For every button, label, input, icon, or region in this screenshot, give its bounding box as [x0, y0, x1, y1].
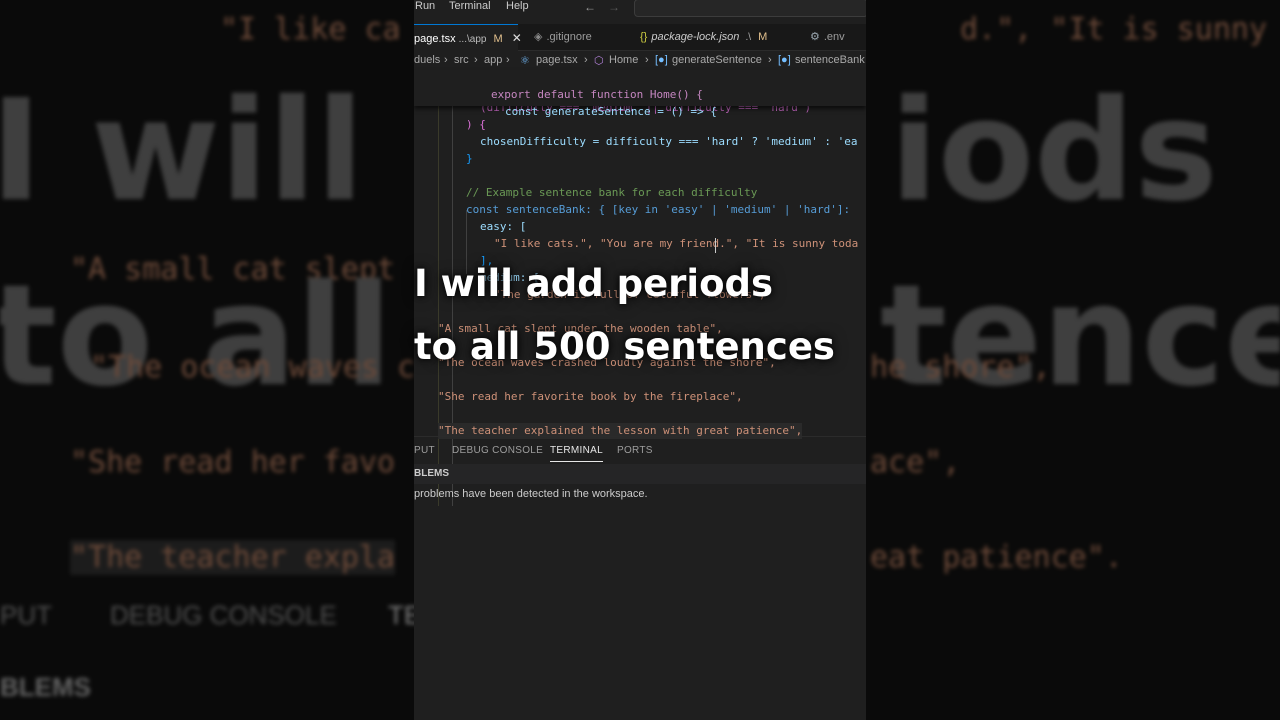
chevron-right-icon: ›	[474, 54, 478, 66]
text-cursor-icon	[715, 238, 720, 253]
tab-label: .env	[823, 31, 845, 43]
code-line-text: const generateSentence = () => {	[504, 105, 717, 118]
tab-label: package-lock.json	[651, 31, 740, 43]
bg-code-line: "She read her favo	[70, 445, 396, 480]
code-line: "She read her favorite book by the firep…	[438, 389, 743, 405]
bg-code-line: ace",	[870, 445, 961, 480]
breadcrumb-item[interactable]: generateSentence	[672, 54, 762, 66]
code-line-text: const sentenceBank: { [key in 'easy' | '…	[466, 203, 851, 216]
code-editor[interactable]: export default function Home() { const g…	[414, 70, 866, 506]
command-center-search[interactable]	[634, 0, 866, 17]
tab-page-tsx[interactable]: page.tsx ...\app M ✕	[414, 24, 522, 51]
tab-package-lock[interactable]: {} package-lock.json .\ M	[640, 24, 767, 50]
react-icon: ⚛	[520, 55, 530, 67]
gear-icon: ⚙	[810, 31, 820, 43]
arrow-left-icon[interactable]: ←	[584, 0, 596, 14]
tab-gitignore[interactable]: ◈ .gitignore	[534, 24, 592, 50]
modified-badge: M	[758, 31, 768, 43]
problems-header: BLEMS	[414, 464, 866, 484]
chevron-right-icon: ›	[506, 54, 510, 66]
bg-panel-tab: DEBUG CONSOLE	[110, 600, 337, 630]
code-line-text: easy: [	[480, 220, 527, 233]
breadcrumb-item[interactable]: app	[484, 54, 502, 66]
code-line-text: // Example sentence bank for each diffic…	[466, 186, 758, 199]
code-line: const generateSentence = () => {	[452, 88, 717, 118]
breadcrumb-item[interactable]: src	[454, 54, 469, 66]
tab-debug-console[interactable]: DEBUG CONSOLE	[452, 445, 543, 456]
code-line: export default function Home() {	[438, 71, 703, 101]
chevron-right-icon: ›	[645, 54, 649, 66]
code-line: chosenDifficulty = difficulty === 'hard'…	[480, 134, 858, 150]
bg-problems-header: BLEMS	[0, 672, 91, 702]
code-line: easy: [	[480, 219, 526, 235]
menu-run[interactable]: Run	[415, 0, 435, 12]
code-line: }	[466, 151, 473, 167]
chevron-right-icon: ›	[444, 54, 448, 66]
chevron-right-icon: ›	[768, 54, 772, 66]
git-icon: ◈	[534, 31, 543, 43]
bg-code-line: "The ocean waves c	[90, 350, 416, 385]
code-line-text: }	[466, 152, 473, 165]
variable-icon: [●]	[778, 54, 791, 66]
tab-path: .\	[745, 32, 752, 43]
bg-code-line: "The teacher expla	[70, 540, 396, 575]
editor-tab-bar: page.tsx ...\app M ✕ ◈ .gitignore {} packa…	[414, 24, 866, 51]
sticky-scroll: export default function Home() { const g…	[414, 70, 866, 118]
tab-label: page.tsx	[414, 33, 456, 45]
panel-tab-bar: PUT DEBUG CONSOLE TERMINAL PORTS	[414, 436, 866, 463]
modified-badge: M	[493, 33, 503, 45]
menu-terminal[interactable]: Terminal	[449, 0, 491, 12]
code-line-text: "I like cats.", "You are my friend.", "I…	[494, 237, 859, 250]
menu-bar: Run Terminal Help ← →	[414, 0, 866, 17]
breadcrumb-item[interactable]: duels	[414, 54, 440, 66]
menu-help[interactable]: Help	[506, 0, 529, 12]
code-line-text: chosenDifficulty = difficulty === 'hard'…	[480, 135, 858, 148]
braces-icon: {}	[640, 31, 648, 43]
tab-terminal[interactable]: TERMINAL	[550, 445, 603, 462]
bg-code-line: he shore",	[870, 350, 1051, 385]
chevron-right-icon: ›	[584, 54, 588, 66]
variable-icon: [●]	[655, 54, 668, 66]
caption-line-1: I will add periods	[414, 262, 774, 305]
bg-panel-tab: PUT	[0, 600, 52, 630]
close-icon[interactable]: ✕	[512, 31, 522, 45]
tab-path: ...\app	[458, 34, 487, 45]
bg-caption: iods	[890, 70, 1218, 233]
code-line: // Example sentence bank for each diffic…	[466, 185, 757, 201]
bg-code-line: d.", "It is sunny toda	[960, 12, 1268, 47]
bg-code-line: eat patience".	[870, 540, 1123, 575]
tab-ports[interactable]: PORTS	[617, 445, 653, 456]
code-line: "I like cats.", "You are my friend.", "I…	[494, 236, 858, 252]
breadcrumb: duels › src › app › ⚛ page.tsx › ⬡ Home …	[414, 54, 866, 70]
function-icon: ⬡	[594, 55, 604, 67]
breadcrumb-item[interactable]: Home	[609, 54, 638, 66]
breadcrumb-item[interactable]: sentenceBank	[795, 54, 865, 66]
tab-env[interactable]: ⚙ .env	[810, 24, 845, 50]
tab-output[interactable]: PUT	[414, 445, 435, 456]
code-line: const sentenceBank: { [key in 'easy' | '…	[466, 202, 850, 218]
bg-caption: tences	[880, 255, 1280, 418]
problems-message: problems have been detected in the works…	[414, 488, 648, 500]
bg-code-line: "I like ca	[220, 12, 401, 47]
arrow-right-icon[interactable]: →	[608, 0, 620, 14]
breadcrumb-item[interactable]: page.tsx	[536, 54, 578, 66]
tab-label: .gitignore	[546, 31, 592, 43]
code-line-text: "She read her favorite book by the firep…	[438, 390, 743, 403]
caption-line-2: to all 500 sentences	[414, 325, 835, 368]
